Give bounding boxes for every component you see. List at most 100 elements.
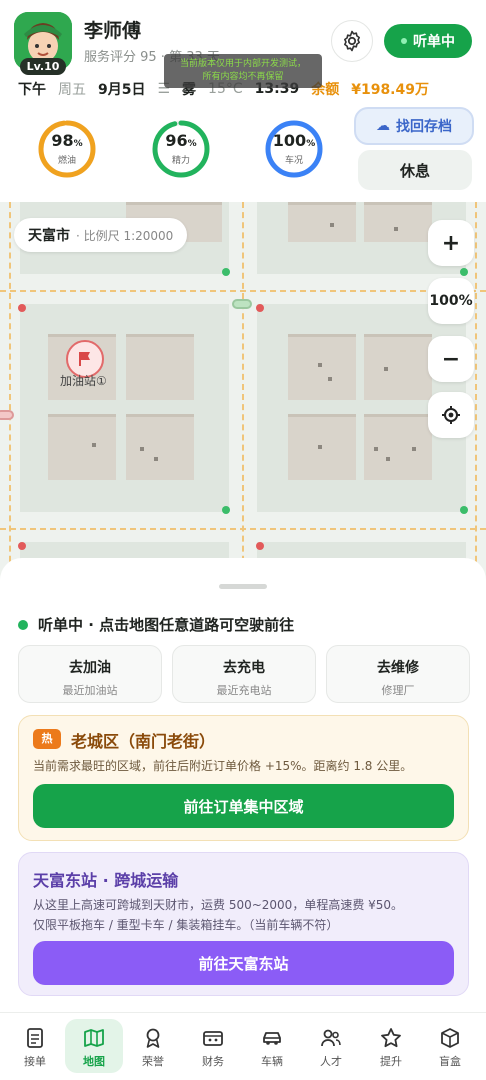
gas-station-label: 加油站① <box>60 374 107 388</box>
traffic-light-icon <box>18 542 26 550</box>
fuel-value: 98 <box>51 131 74 150</box>
tab-blindbox[interactable]: 盲盒 <box>421 1019 479 1073</box>
fuel-gauge: 98% 燃油 <box>37 119 97 179</box>
quick-sub: 最近加油站 <box>62 684 118 697</box>
quick-sub: 最近充电站 <box>216 684 272 697</box>
settings-button[interactable] <box>331 20 373 62</box>
tab-vehicle[interactable]: 车辆 <box>243 1019 301 1073</box>
tab-talent[interactable]: 人才 <box>302 1019 360 1073</box>
building <box>288 414 356 480</box>
intercity-station-card: 天富东站 · 跨城运输 从这里上高速可跨城到天财市，运费 500~2000，单程… <box>18 852 469 996</box>
go-charge-button[interactable]: 去充电 最近充电站 <box>172 645 316 703</box>
city-map[interactable]: 天富市 · 比例尺 1:20000 加油站① + 100% − <box>0 202 486 582</box>
zoom-in-button[interactable]: + <box>428 220 474 266</box>
tab-label: 接单 <box>24 1055 46 1068</box>
building <box>288 202 356 242</box>
sheet-status-text: 听单中 · 点击地图任意道路可空驶前往 <box>38 616 295 634</box>
hot-zone-card: 热 老城区（南门老街） 当前需求最旺的区域，前往后附近订单价格 +15%。距离约… <box>18 715 469 841</box>
tab-label: 盲盒 <box>439 1055 461 1068</box>
go-refuel-button[interactable]: 去加油 最近加油站 <box>18 645 162 703</box>
car-icon <box>263 1032 281 1045</box>
gear-icon <box>344 30 360 52</box>
people-icon <box>321 1029 341 1047</box>
balance-value: ¥198.49万 <box>351 82 429 98</box>
hot-zone-title: 老城区（南门老街） <box>71 732 216 751</box>
zoom-level[interactable]: 100% <box>428 278 474 324</box>
app-screen: Lv.10 李师傅 服务评分 95 · 第 33 天 听单中 下午 周五 9月5… <box>0 0 486 1080</box>
header: Lv.10 李师傅 服务评分 95 · 第 33 天 听单中 下午 周五 9月5… <box>0 0 486 202</box>
energy-value: 96 <box>165 131 188 150</box>
sheet-handle[interactable] <box>219 584 267 589</box>
locate-button[interactable] <box>428 392 474 438</box>
bottom-sheet: 听单中 · 点击地图任意道路可空驶前往 去加油 最近加油站 去充电 最近充电站 … <box>0 558 486 1012</box>
restore-save-button[interactable]: ☁ 找回存档 <box>354 107 474 145</box>
crosshair-icon <box>442 406 460 424</box>
rest-button[interactable]: 休息 <box>358 150 472 190</box>
traffic-light-icon <box>256 304 264 312</box>
restore-label: 找回存档 <box>396 119 452 135</box>
city-scale-chip: 天富市 · 比例尺 1:20000 <box>14 218 188 252</box>
quick-title: 去维修 <box>377 660 419 676</box>
station-title: 天富东站 · 跨城运输 <box>33 871 179 890</box>
sheet-status: 听单中 · 点击地图任意道路可空驶前往 <box>18 614 294 635</box>
star-icon <box>381 1028 401 1048</box>
zoom-out-button[interactable]: − <box>428 336 474 382</box>
hot-zone-desc: 当前需求最旺的区域，前往后附近订单价格 +15%。距离约 1.8 公里。 <box>33 759 413 773</box>
energy-label: 精力 <box>171 156 190 166</box>
building <box>126 414 194 480</box>
wallet-icon <box>203 1031 223 1046</box>
weekday: 周五 <box>58 82 86 98</box>
cloud-icon: ☁ <box>376 118 390 134</box>
energy-gauge: 96% 精力 <box>151 119 211 179</box>
vehicle-icon <box>0 410 14 420</box>
lane-marking <box>9 202 11 582</box>
tab-label: 人才 <box>320 1055 342 1068</box>
traffic-light-icon <box>460 268 468 276</box>
hot-badge: 热 <box>33 729 61 749</box>
tab-label: 荣誉 <box>142 1055 164 1068</box>
building <box>126 334 194 400</box>
box-icon <box>441 1028 459 1048</box>
tab-upgrade[interactable]: 提升 <box>362 1019 420 1073</box>
dev-notice-toast: 当前版本仅用于内部开发测试， 所有内容均不再保留 <box>164 54 322 88</box>
traffic-light-icon <box>222 268 230 276</box>
tab-label: 提升 <box>380 1055 402 1068</box>
status-label: 听单中 <box>413 34 455 50</box>
driver-name: 李师傅 <box>84 20 142 42</box>
tab-finance[interactable]: 财务 <box>184 1019 242 1073</box>
listening-status-button[interactable]: 听单中 <box>384 24 472 58</box>
map-scale: · 比例尺 1:20000 <box>76 228 174 243</box>
time-period: 下午 <box>18 82 46 98</box>
lane-marking <box>475 202 477 582</box>
traffic-light-icon <box>460 506 468 514</box>
tab-honor[interactable]: 荣誉 <box>124 1019 182 1073</box>
flag-icon <box>79 352 90 366</box>
building <box>364 334 432 400</box>
quick-title: 去加油 <box>69 660 111 676</box>
notice-line-2: 所有内容均不再保留 <box>202 72 284 82</box>
fuel-label: 燃油 <box>57 156 76 166</box>
bottom-tab-bar: 接单 地图 荣誉 财务 车辆 人才 提升 盲盒 <box>0 1012 486 1080</box>
go-station-button[interactable]: 前往天富东站 <box>33 941 454 985</box>
tab-map[interactable]: 地图 <box>65 1019 123 1073</box>
go-hot-zone-button[interactable]: 前往订单集中区域 <box>33 784 454 828</box>
order-icon <box>27 1028 43 1048</box>
date: 9月5日 <box>98 82 146 98</box>
quick-title: 去充电 <box>223 660 265 676</box>
map-icon <box>84 1029 104 1047</box>
traffic-light-icon <box>222 506 230 514</box>
city-name: 天富市 <box>28 228 70 244</box>
condition-label: 车况 <box>284 156 303 166</box>
tab-label: 财务 <box>202 1055 224 1068</box>
go-repair-button[interactable]: 去维修 修理厂 <box>326 645 470 703</box>
traffic-light-icon <box>18 304 26 312</box>
status-dot-icon <box>401 38 407 44</box>
level-badge: Lv.10 <box>20 58 66 75</box>
traffic-light-icon <box>256 542 264 550</box>
station-desc: 从这里上高速可跨城到天财市，运费 500~2000，单程高速费 ¥50。 仅限平… <box>33 895 463 935</box>
vehicle-condition-gauge: 100% 车况 <box>264 119 324 179</box>
tab-orders[interactable]: 接单 <box>6 1019 64 1073</box>
building <box>288 334 356 400</box>
tab-label: 车辆 <box>261 1055 283 1068</box>
vehicle-icon <box>232 299 252 309</box>
